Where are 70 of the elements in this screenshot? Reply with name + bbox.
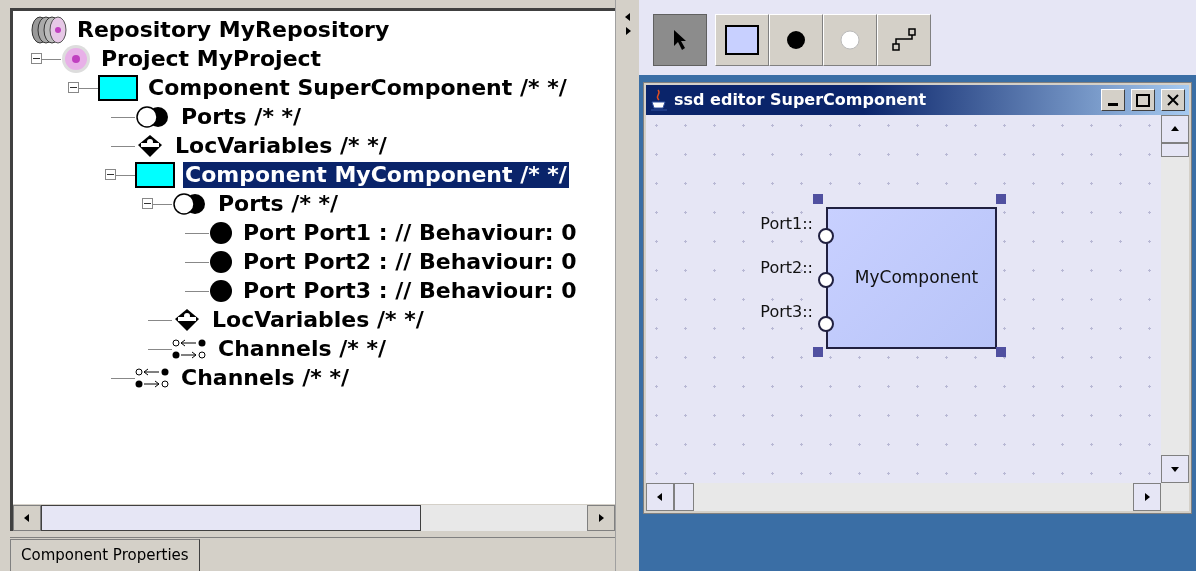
tool-button[interactable] bbox=[653, 13, 707, 66]
collapse-toggle[interactable] bbox=[68, 82, 79, 93]
scroll-down-button[interactable] bbox=[1161, 455, 1189, 483]
horizontal-scrollbar[interactable] bbox=[646, 483, 1161, 511]
vertical-scrollbar[interactable] bbox=[1161, 115, 1189, 511]
filled-circle-icon bbox=[786, 29, 806, 50]
left-arrow-icon bbox=[22, 513, 32, 523]
minimize-button[interactable] bbox=[1101, 89, 1125, 111]
scroll-thumb[interactable] bbox=[1161, 143, 1189, 157]
tree-item[interactable]: Channels /* */ bbox=[216, 335, 388, 362]
scroll-left-button[interactable] bbox=[13, 505, 41, 531]
scroll-up-button[interactable] bbox=[1161, 115, 1189, 143]
close-icon bbox=[1167, 94, 1179, 106]
up-arrow-icon bbox=[1170, 124, 1180, 134]
disc-icon bbox=[61, 43, 91, 74]
component-icon bbox=[98, 74, 138, 101]
scroll-right-button[interactable] bbox=[1133, 483, 1161, 511]
maximize-button[interactable] bbox=[1131, 89, 1155, 111]
window-title: ssd editor SuperComponent bbox=[674, 89, 927, 111]
channel-arrows-icon bbox=[172, 336, 208, 361]
tree-item[interactable]: LocVariables /* */ bbox=[210, 306, 426, 333]
tree-item[interactable]: Component SuperComponent /* */ bbox=[146, 74, 569, 101]
left-arrow-icon bbox=[655, 492, 665, 502]
collapse-toggle[interactable] bbox=[142, 198, 153, 209]
port-label: Port2:: bbox=[760, 257, 813, 279]
selection-handle[interactable] bbox=[813, 347, 823, 357]
scroll-thumb[interactable] bbox=[41, 505, 421, 531]
minimize-icon bbox=[1108, 103, 1118, 106]
tree-item[interactable]: Repository MyRepository bbox=[75, 16, 392, 43]
port-pair-icon bbox=[135, 104, 171, 129]
port-label: Port3:: bbox=[760, 301, 813, 323]
channel-arrows-icon bbox=[135, 365, 171, 390]
scroll-thumb[interactable] bbox=[674, 483, 694, 511]
pointer-icon bbox=[672, 28, 688, 51]
port-dot-icon bbox=[209, 278, 233, 303]
horizontal-scrollbar[interactable] bbox=[13, 504, 615, 531]
selection-handle[interactable] bbox=[996, 194, 1006, 204]
tree-item[interactable]: Project MyProject bbox=[99, 45, 324, 72]
tree-item[interactable]: Ports /* */ bbox=[179, 103, 304, 130]
tree-item[interactable]: Ports /* */ bbox=[216, 190, 341, 217]
right-arrow-icon bbox=[1142, 492, 1152, 502]
tree-item[interactable]: Channels /* */ bbox=[179, 364, 351, 391]
tree-item[interactable]: Port Port1 : // Behaviour: 0 bbox=[241, 219, 579, 246]
scroll-right-button[interactable] bbox=[587, 505, 615, 531]
port-label: Port1:: bbox=[760, 213, 813, 235]
rectangle-icon bbox=[725, 24, 759, 55]
close-button[interactable] bbox=[1161, 89, 1185, 111]
component-block[interactable]: MyComponent bbox=[826, 207, 997, 349]
port-pair-icon bbox=[172, 191, 208, 216]
properties-tab[interactable]: Component Properties bbox=[10, 539, 200, 571]
tree-item[interactable]: Port Port2 : // Behaviour: 0 bbox=[241, 248, 579, 275]
collapse-toggle[interactable] bbox=[31, 53, 42, 64]
java-cup-icon bbox=[650, 89, 668, 111]
tree-item[interactable]: LocVariables /* */ bbox=[173, 132, 389, 159]
selection-handle[interactable] bbox=[996, 347, 1006, 357]
selection-handle[interactable] bbox=[813, 194, 823, 204]
tree-item[interactable]: Component MyComponent /* */ bbox=[183, 161, 569, 188]
down-arrow-icon bbox=[1170, 464, 1180, 474]
tree-item[interactable]: Port Port3 : // Behaviour: 0 bbox=[241, 277, 579, 304]
connector-icon bbox=[891, 26, 917, 53]
maximize-icon bbox=[1136, 93, 1150, 107]
disc-stack-icon bbox=[31, 15, 67, 44]
collapse-toggle[interactable] bbox=[105, 169, 116, 180]
right-arrow-icon bbox=[596, 513, 606, 523]
scroll-left-button[interactable] bbox=[646, 483, 674, 511]
diagram-canvas[interactable]: MyComponent Port1:: Port2:: Port3:: bbox=[646, 115, 1161, 483]
port-dot-icon bbox=[209, 249, 233, 274]
circle-icon bbox=[840, 29, 860, 50]
component-icon bbox=[135, 161, 175, 188]
port-dot-icon bbox=[209, 220, 233, 245]
